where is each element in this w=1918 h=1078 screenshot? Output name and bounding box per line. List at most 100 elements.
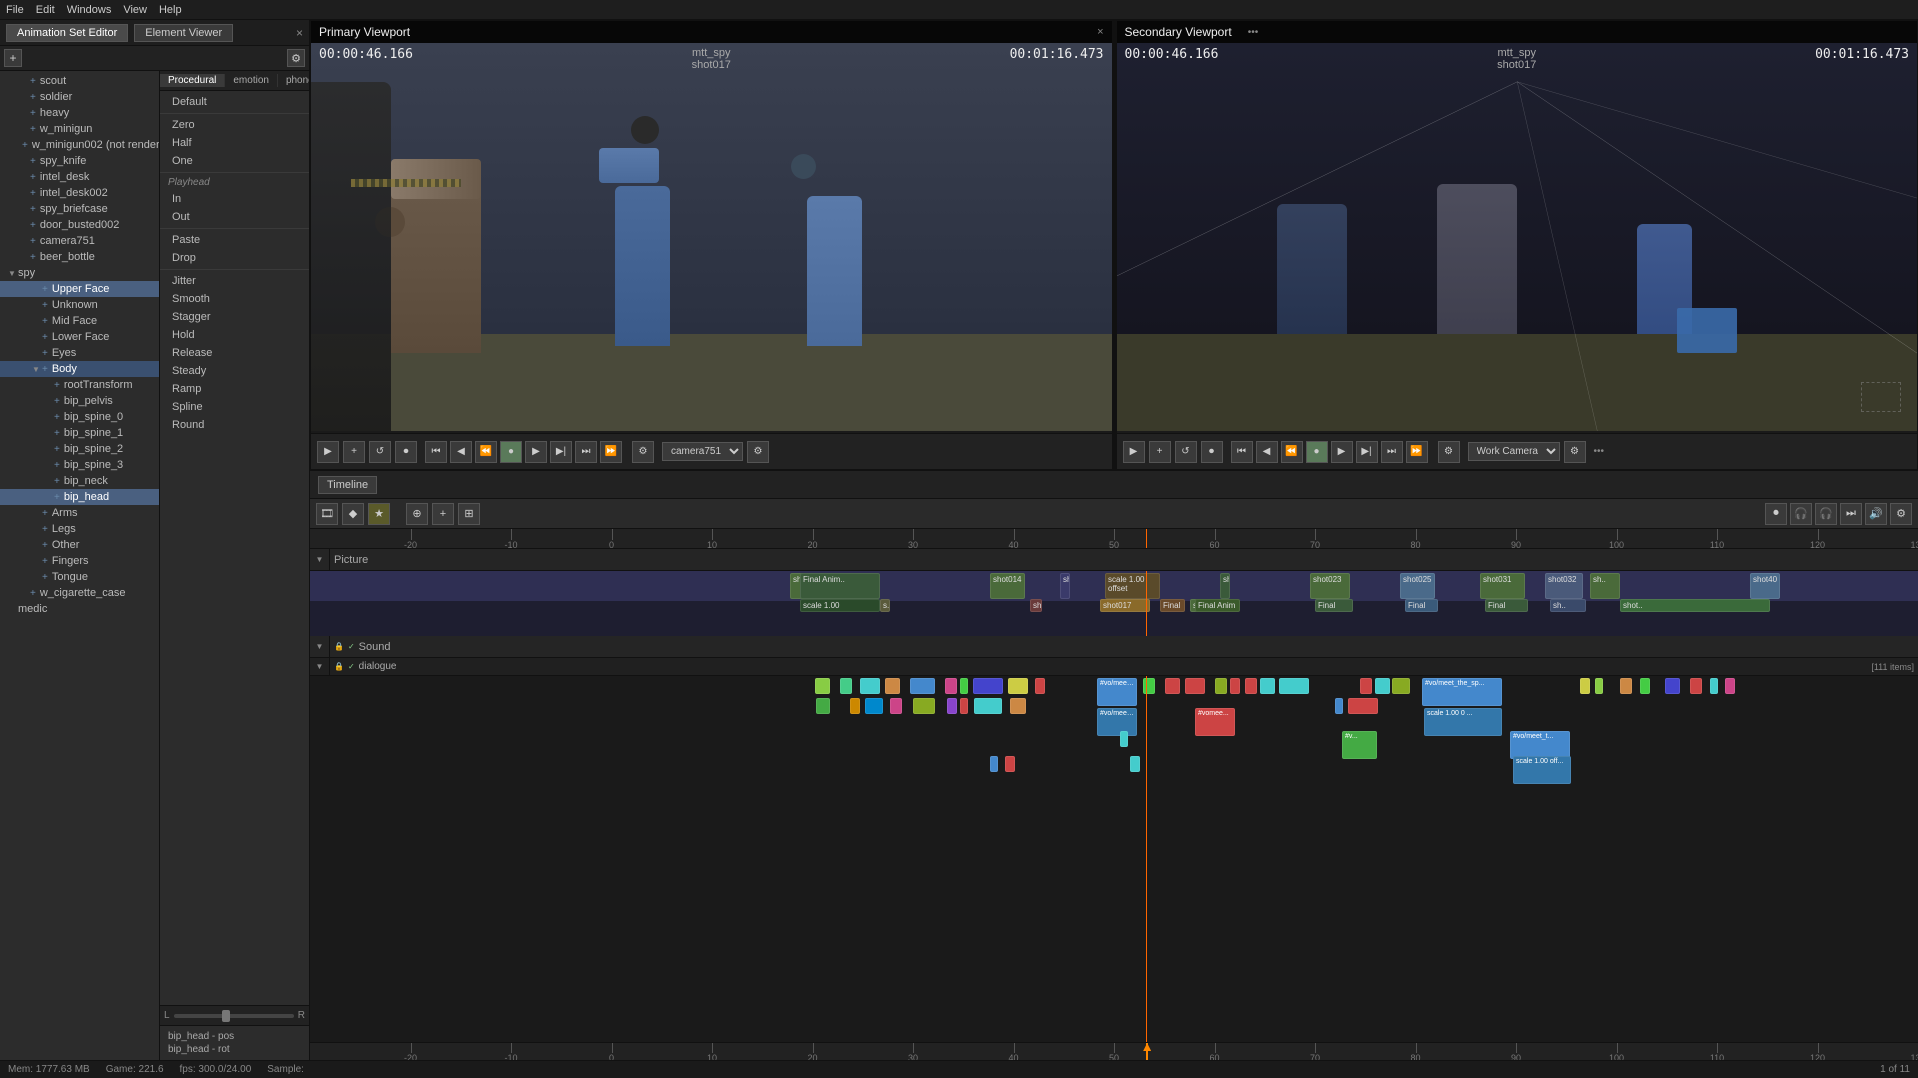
picture-clip-14[interactable]: sh.. (1220, 573, 1230, 599)
sound-clip-28[interactable]: #vo/meet... (1097, 708, 1137, 736)
camera-settings-btn[interactable]: ⚙ (747, 441, 769, 463)
tree-item-bip_spine_0[interactable]: +bip_spine_0 (0, 409, 159, 425)
tree-item-UpperFace[interactable]: +Upper Face (0, 281, 159, 297)
record-btn[interactable]: ⏺ (395, 441, 417, 463)
menu-item-zero[interactable]: Zero (160, 116, 309, 134)
menu-item-in[interactable]: In (160, 190, 309, 208)
sound-collapse[interactable]: ▼ (310, 636, 330, 658)
frame-fwd-btn[interactable]: ▶| (550, 441, 572, 463)
menu-help[interactable]: Help (159, 4, 182, 16)
timeline-tab[interactable]: Timeline (318, 476, 377, 494)
menu-item-steady[interactable]: Steady (160, 362, 309, 380)
tree-item-bip_neck[interactable]: +bip_neck (0, 473, 159, 489)
sec-camera-settings-btn[interactable]: ⚙ (1564, 441, 1586, 463)
sound-clip-24[interactable] (1230, 678, 1240, 694)
skip-fwd-btn[interactable]: ⏭ (575, 441, 597, 463)
menu-item-ramp[interactable]: Ramp (160, 380, 309, 398)
sound-clip-14[interactable] (913, 698, 935, 714)
sound-clip-26[interactable] (1260, 678, 1275, 694)
sec-record-btn[interactable]: ⏺ (1201, 441, 1223, 463)
menu-item-round[interactable]: Round (160, 416, 309, 434)
menu-item-drop[interactable]: Drop (160, 249, 309, 267)
sound-clip-7[interactable] (973, 678, 1003, 694)
menu-edit[interactable]: Edit (36, 4, 55, 16)
tree-item-intel_desk[interactable]: +intel_desk (0, 169, 159, 185)
picture-clip-25[interactable]: shot.. (1620, 599, 1770, 612)
emotion-tab[interactable]: emotion (225, 74, 278, 87)
sound-clip-21[interactable] (1165, 678, 1180, 694)
sound-clip-49[interactable] (1005, 756, 1015, 772)
add-animation-btn[interactable]: + (4, 49, 22, 67)
sound-clip-38[interactable] (1580, 678, 1590, 694)
sound-clip-44[interactable] (1710, 678, 1718, 694)
sound-clip-39[interactable] (1595, 678, 1603, 694)
sound-clip-36[interactable]: scale 1.00 0 ... (1424, 708, 1502, 736)
sound-clip-13[interactable] (890, 698, 902, 714)
picture-clip-22[interactable]: shot032 (1545, 573, 1583, 599)
menu-view[interactable]: View (123, 4, 147, 16)
menu-windows[interactable]: Windows (67, 4, 112, 16)
go-start-btn[interactable]: ⏪ (475, 441, 497, 463)
sound-clip-30[interactable] (1360, 678, 1372, 694)
go-end-btn[interactable]: ⏩ (600, 441, 622, 463)
slider-track[interactable] (174, 1014, 294, 1018)
sound-clip-4[interactable] (910, 678, 935, 694)
menu-item-smooth[interactable]: Smooth (160, 290, 309, 308)
picture-clip-9[interactable]: shot017 (1100, 599, 1150, 612)
settings-btn[interactable]: ⚙ (632, 441, 654, 463)
menu-item-out[interactable]: Out (160, 208, 309, 226)
tl-star-btn[interactable]: ★ (368, 503, 390, 525)
tree-item-bip_head[interactable]: +bip_head (0, 489, 159, 505)
tree-item-Body[interactable]: ▼+Body (0, 361, 159, 377)
tree-item-heavy[interactable]: +heavy (0, 105, 159, 121)
picture-clip-11[interactable]: Final (1160, 599, 1185, 612)
sound-clip-43[interactable] (1690, 678, 1702, 694)
tree-item-bip_spine_2[interactable]: +bip_spine_2 (0, 441, 159, 457)
tl-record-btn[interactable]: ⏺ (1765, 503, 1787, 525)
secondary-more-btn[interactable]: ••• (1248, 27, 1259, 38)
menu-item-hold[interactable]: Hold (160, 326, 309, 344)
tree-item-w_minigun002[interactable]: +w_minigun002 (not render... (0, 137, 159, 153)
tree-item-bip_pelvis[interactable]: +bip_pelvis (0, 393, 159, 409)
panel-close-btn[interactable]: × (296, 26, 303, 40)
sec-skip-back-btn[interactable]: ⏮ (1231, 441, 1253, 463)
picture-clip-24[interactable]: sh.. (1590, 573, 1620, 599)
menu-item-default[interactable]: Default (160, 93, 309, 111)
sound-clip-25[interactable] (1245, 678, 1257, 694)
picture-clip-15[interactable]: Final Anim (1195, 599, 1240, 612)
sound-clip-2[interactable] (860, 678, 880, 694)
picture-clip-17[interactable]: Final Anim (1315, 599, 1353, 612)
tree-item-intel_desk002[interactable]: +intel_desk002 (0, 185, 159, 201)
sound-clip-12[interactable] (865, 698, 883, 714)
loop-btn[interactable]: ↺ (369, 441, 391, 463)
tree-item-Legs[interactable]: +Legs (0, 521, 159, 537)
sec-extra-btn[interactable]: ••• (1594, 446, 1605, 457)
add-key-btn[interactable]: + (343, 441, 365, 463)
tree-item-spy_knife[interactable]: +spy_knife (0, 153, 159, 169)
tl-gear-btn[interactable]: ⚙ (1890, 503, 1912, 525)
picture-clip-19[interactable]: Final Anim (1405, 599, 1438, 612)
sound-clip-40[interactable] (1620, 678, 1632, 694)
tl-key-btn[interactable]: ◆ (342, 503, 364, 525)
tl-insert-btn[interactable]: ⊕ (406, 503, 428, 525)
tl-speaker-btn[interactable]: 🔊 (1865, 503, 1887, 525)
sound-clip-10[interactable] (816, 698, 830, 714)
tree-item-medic[interactable]: medic (0, 601, 159, 617)
sec-go-end-btn[interactable]: ⏩ (1406, 441, 1428, 463)
tree-item-w_cigarette_case[interactable]: +w_cigarette_case (0, 585, 159, 601)
frame-back-btn[interactable]: ◀ (450, 441, 472, 463)
menu-file[interactable]: File (6, 4, 24, 16)
tree-item-rootTransform[interactable]: +rootTransform (0, 377, 159, 393)
tree-item-LowerFace[interactable]: +Lower Face (0, 329, 159, 345)
sound-clip-11[interactable] (850, 698, 860, 714)
element-viewer-tab[interactable]: Element Viewer (134, 24, 233, 42)
sound-clip-31[interactable] (1375, 678, 1390, 694)
sound-clip-9[interactable] (1035, 678, 1045, 694)
sound-clip-16[interactable] (960, 698, 968, 714)
sec-add-btn[interactable]: + (1149, 441, 1171, 463)
play-fwd-btn[interactable]: ▶ (525, 441, 547, 463)
tree-item-spy_briefcase[interactable]: +spy_briefcase (0, 201, 159, 217)
sound-clip-19[interactable]: #vo/meet_the_s... (1097, 678, 1137, 706)
sec-play-btn[interactable]: ▶ (1123, 441, 1145, 463)
sec-settings-btn[interactable]: ⚙ (1438, 441, 1460, 463)
